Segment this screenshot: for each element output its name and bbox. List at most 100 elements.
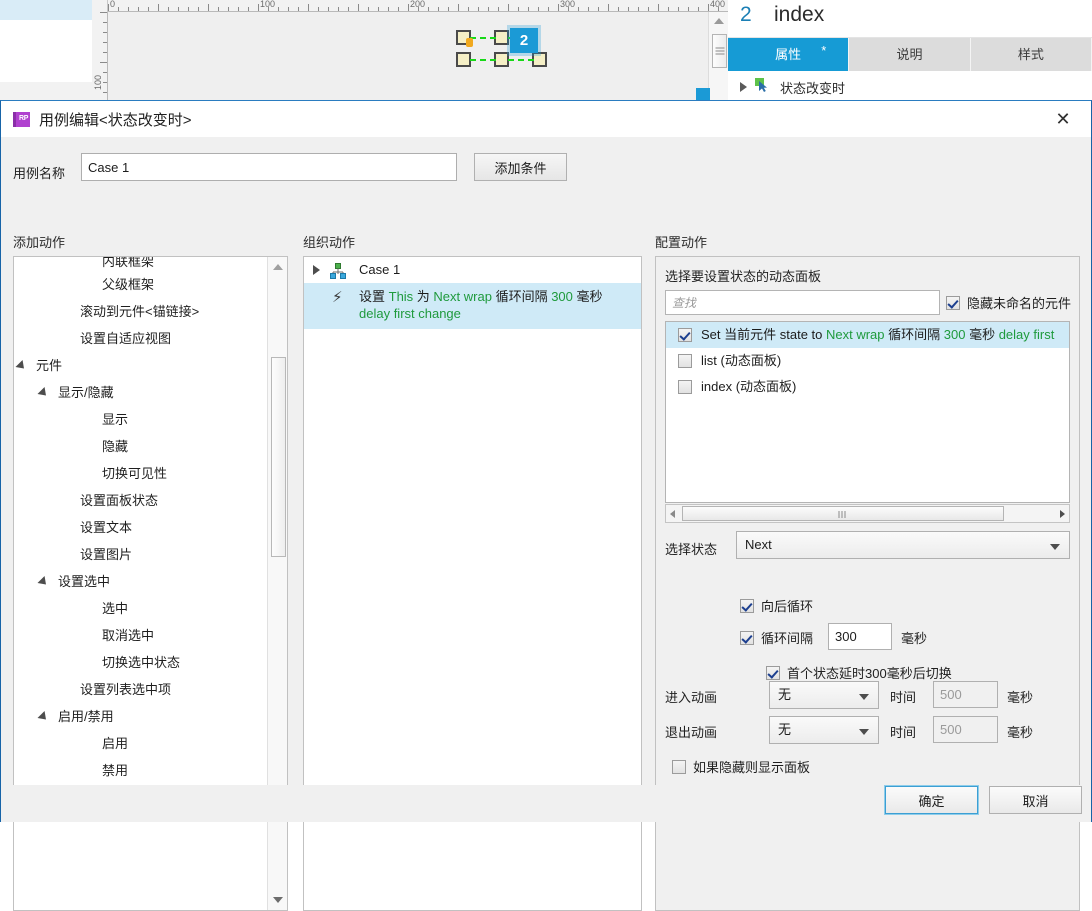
chevron-down-icon[interactable] (37, 710, 50, 724)
action-tree-item[interactable]: 内联框架 (14, 257, 268, 271)
widget-handle[interactable] (494, 52, 509, 67)
scroll-down-icon[interactable] (273, 897, 283, 903)
action-tree-item[interactable]: 禁用 (14, 757, 268, 784)
action-tree-item[interactable]: 设置文本 (14, 514, 268, 541)
show-if-hidden-checkbox[interactable]: 如果隐藏则显示面板 (672, 757, 810, 776)
organize-case-label: Case 1 (359, 262, 401, 277)
canvas-vertical-scrollbar[interactable] (708, 12, 728, 100)
checkbox-icon[interactable] (678, 328, 692, 342)
checkbox-icon[interactable] (678, 354, 692, 368)
checkbox-icon[interactable] (678, 380, 692, 394)
state-select[interactable]: Next (736, 531, 1070, 559)
case-name-input[interactable] (81, 153, 457, 181)
checkbox-icon[interactable] (672, 760, 686, 774)
sidebar-footer (0, 82, 92, 102)
exit-animation-label: 退出动画 (665, 725, 718, 740)
organize-case-row[interactable]: Case 1 (304, 257, 641, 283)
chevron-down-icon[interactable] (37, 386, 50, 400)
scroll-up-icon[interactable] (714, 18, 724, 24)
exit-animation-select[interactable]: 无 (769, 716, 879, 744)
action-tree-item[interactable]: 设置选中 (14, 568, 268, 595)
action-tree-item[interactable]: 选中 (14, 595, 268, 622)
checkbox-icon[interactable] (740, 631, 754, 645)
action-tree-item[interactable]: 设置列表选中项 (14, 676, 268, 703)
interval-value-input[interactable] (828, 623, 892, 650)
action-tree-item[interactable]: 滚动到元件<锚链接> (14, 298, 268, 325)
widget-handle[interactable] (494, 30, 509, 45)
organize-action-item[interactable]: ⚡ 设置 This 为 Next wrap 循环间隔 300 毫秒 delay … (304, 283, 641, 329)
action-tree-item[interactable]: 隐藏 (14, 433, 268, 460)
action-tree-item[interactable]: 显示/隐藏 (14, 379, 268, 406)
hide-unnamed-checkbox[interactable]: 隐藏未命名的元件 (946, 293, 1071, 312)
enter-time-input[interactable] (933, 681, 998, 708)
action-tree-item[interactable]: 元件 (14, 352, 268, 379)
action-tree-item-label: 禁用 (102, 763, 129, 778)
dynamic-panel-list-item[interactable]: Set 当前元件 state to Next wrap 循环间隔 300 毫秒 … (666, 322, 1069, 348)
chevron-down-icon[interactable] (15, 359, 28, 373)
action-tree-item-label: 设置面板状态 (80, 493, 159, 508)
scroll-left-icon[interactable] (670, 510, 675, 518)
panel-list-horizontal-scrollbar[interactable] (665, 504, 1070, 523)
chevron-down-icon[interactable] (37, 575, 50, 589)
chevron-down-icon[interactable] (859, 729, 869, 735)
scroll-right-icon[interactable] (1060, 510, 1065, 518)
exit-time-label: 时间 (890, 725, 917, 740)
dialog-footer: 确定 取消 (1, 785, 1091, 822)
exit-time-input[interactable] (933, 716, 998, 743)
widget-marker-icon (466, 38, 473, 47)
action-tree-item-label: 滚动到元件<锚链接> (80, 304, 200, 319)
action-tree-item[interactable]: 启用 (14, 730, 268, 757)
add-condition-button[interactable]: 添加条件 (474, 153, 567, 181)
inspector-index-number: 2 (740, 3, 752, 26)
checkbox-icon[interactable] (946, 296, 960, 310)
dynamic-panel-list-item[interactable]: index (动态面板) (666, 374, 1069, 400)
wrap-checkbox[interactable]: 向后循环 (740, 596, 813, 615)
chevron-down-icon[interactable] (1050, 544, 1060, 550)
checkbox-icon[interactable] (740, 599, 754, 613)
chevron-right-icon[interactable] (740, 82, 747, 92)
dialog-title: 用例编辑<状态改变时> (39, 112, 192, 129)
inspector-tab-1[interactable]: 说明 (849, 38, 971, 71)
chevron-down-icon[interactable] (859, 694, 869, 700)
action-tree-item[interactable]: 切换选中状态 (14, 649, 268, 676)
case-editor-dialog: RP 用例编辑<状态改变时> ✕ 用例名称 添加条件 添加动作 组织动作 配置动… (0, 100, 1092, 911)
interval-label: 循环间隔 (761, 631, 814, 646)
scrollbar-thumb[interactable] (271, 357, 286, 557)
widget-handle[interactable] (532, 52, 547, 67)
select-state-label: 选择状态 (665, 542, 718, 557)
search-input[interactable] (665, 290, 940, 315)
app-logo-icon: RP (13, 112, 30, 127)
delay-first-checkbox[interactable]: 首个状态延时300毫秒后切换 (766, 663, 952, 682)
widget-handle[interactable] (456, 52, 471, 67)
action-tree-item[interactable]: 启用/禁用 (14, 703, 268, 730)
inspector-event-row[interactable]: 状态改变时 (728, 71, 1092, 102)
grip-icon (715, 46, 724, 57)
action-token: 300 (551, 289, 577, 304)
action-tree-item[interactable]: 显示 (14, 406, 268, 433)
action-tree-item[interactable]: 设置面板状态 (14, 487, 268, 514)
design-canvas[interactable]: 2 (108, 12, 708, 100)
scrollbar-thumb[interactable] (712, 34, 727, 68)
dynamic-panel-list-item[interactable]: list (动态面板) (666, 348, 1069, 374)
close-icon[interactable]: ✕ (1041, 105, 1085, 135)
action-tree-item[interactable]: 设置自适应视图 (14, 325, 268, 352)
inspector-tab-0[interactable]: 属性 * (728, 38, 850, 71)
action-tree-item[interactable]: 切换可见性 (14, 460, 268, 487)
inspector-tabs[interactable]: 属性 * 说明 样式 (728, 38, 1092, 71)
cancel-button[interactable]: 取消 (989, 786, 1082, 814)
inspector-tab-2[interactable]: 样式 (970, 38, 1092, 71)
action-tree-item-label: 切换可见性 (102, 466, 168, 481)
inspector-header: 2 index (728, 0, 1092, 38)
chevron-right-icon[interactable] (313, 265, 320, 275)
scroll-up-icon[interactable] (273, 264, 283, 270)
action-tree-item[interactable]: 父级框架 (14, 271, 268, 298)
enter-animation-select[interactable]: 无 (769, 681, 879, 709)
dynamic-panel-list[interactable]: Set 当前元件 state to Next wrap 循环间隔 300 毫秒 … (665, 321, 1070, 503)
organize-action-text: 设置 This 为 Next wrap 循环间隔 300 毫秒 delay fi… (359, 289, 603, 321)
interval-checkbox[interactable]: 循环间隔 (740, 628, 813, 647)
scrollbar-thumb[interactable] (682, 506, 1004, 521)
action-tree-item[interactable]: 取消选中 (14, 622, 268, 649)
checkbox-icon[interactable] (766, 666, 780, 680)
ok-button[interactable]: 确定 (884, 785, 979, 815)
action-tree-item[interactable]: 设置图片 (14, 541, 268, 568)
